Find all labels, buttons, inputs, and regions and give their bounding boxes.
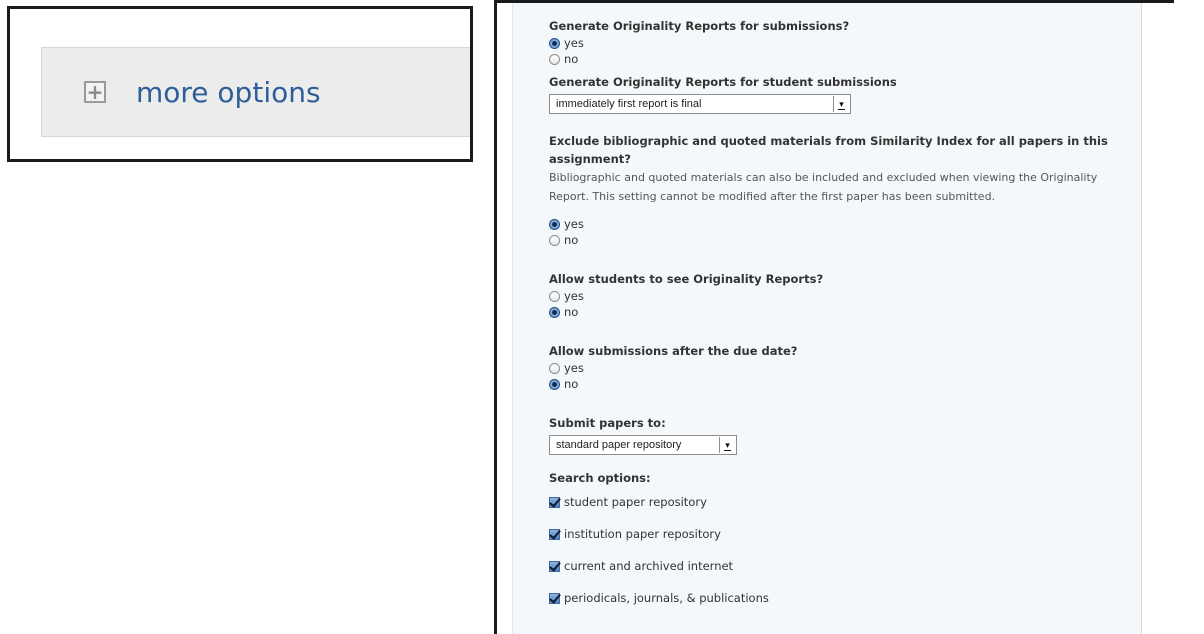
- search-option-label: current and archived internet: [564, 559, 734, 573]
- radio-q5-no-label: no: [564, 377, 579, 391]
- settings-form: Generate Originality Reports for submiss…: [512, 3, 1142, 634]
- radio-q3-yes-label: yes: [564, 217, 584, 231]
- search-option-label: institution paper repository: [564, 527, 721, 541]
- search-option-label: student paper repository: [564, 495, 707, 509]
- radio-q5-yes[interactable]: [549, 362, 560, 374]
- question-late-submissions: Allow submissions after the due date?: [549, 344, 798, 358]
- checkbox-institution-repository[interactable]: [549, 528, 560, 540]
- question-exclude-bibliographic: Exclude bibliographic and quoted materia…: [549, 134, 1108, 166]
- exclude-bibliographic-description: Bibliographic and quoted materials can a…: [549, 171, 1098, 203]
- settings-panel: Generate Originality Reports for submiss…: [494, 0, 1174, 634]
- option-q5-no[interactable]: no: [549, 376, 1109, 392]
- radio-q1-no-label: no: [564, 52, 579, 66]
- option-q3-yes[interactable]: yes: [549, 216, 1109, 232]
- question-students-see-reports: Allow students to see Originality Report…: [549, 272, 824, 286]
- option-q3-no[interactable]: no: [549, 232, 1109, 248]
- option-q1-yes[interactable]: yes: [549, 35, 1109, 51]
- search-option-student[interactable]: student paper repository: [549, 492, 1109, 512]
- settings-content: Generate Originality Reports for submiss…: [549, 17, 1109, 608]
- radio-q3-no-label: no: [564, 233, 579, 247]
- radio-q1-yes-label: yes: [564, 36, 584, 50]
- dropdown-arrow-icon: ▾: [719, 437, 735, 453]
- radio-q1-yes[interactable]: [549, 37, 560, 49]
- radio-q5-no[interactable]: [549, 378, 560, 390]
- question-generate-reports: Generate Originality Reports for submiss…: [549, 19, 850, 33]
- question-report-timing: Generate Originality Reports for student…: [549, 75, 897, 89]
- search-option-internet[interactable]: current and archived internet: [549, 556, 1109, 576]
- report-timing-value: immediately first report is final: [556, 98, 702, 110]
- checkbox-internet[interactable]: [549, 560, 560, 572]
- option-q5-yes[interactable]: yes: [549, 360, 1109, 376]
- option-q1-no[interactable]: no: [549, 51, 1109, 67]
- repository-value: standard paper repository: [556, 439, 682, 451]
- search-option-periodicals[interactable]: periodicals, journals, & publications: [549, 588, 1109, 608]
- plus-box-icon[interactable]: +: [84, 81, 106, 103]
- radio-q3-no[interactable]: [549, 234, 560, 246]
- report-timing-select[interactable]: immediately first report is final ▾: [549, 94, 851, 114]
- checkbox-periodicals[interactable]: [549, 592, 560, 604]
- question-submit-papers-to: Submit papers to:: [549, 416, 666, 430]
- dropdown-arrow-icon: ▾: [833, 96, 849, 112]
- radio-q4-no[interactable]: [549, 306, 560, 318]
- checkbox-student-repository[interactable]: [549, 496, 560, 508]
- more-options-label[interactable]: more options: [136, 76, 321, 109]
- radio-q4-yes-label: yes: [564, 289, 584, 303]
- search-option-label: periodicals, journals, & publications: [564, 591, 769, 605]
- radio-q3-yes[interactable]: [549, 218, 560, 230]
- option-q4-yes[interactable]: yes: [549, 288, 1109, 304]
- more-options-inset: + more options: [7, 6, 473, 162]
- radio-q1-no[interactable]: [549, 53, 560, 65]
- radio-q4-no-label: no: [564, 305, 579, 319]
- option-q4-no[interactable]: no: [549, 304, 1109, 320]
- radio-q4-yes[interactable]: [549, 290, 560, 302]
- repository-select[interactable]: standard paper repository ▾: [549, 435, 737, 455]
- more-options-toggle[interactable]: + more options: [41, 47, 470, 137]
- radio-q5-yes-label: yes: [564, 361, 584, 375]
- search-options-heading: Search options:: [549, 471, 651, 485]
- search-option-institution[interactable]: institution paper repository: [549, 524, 1109, 544]
